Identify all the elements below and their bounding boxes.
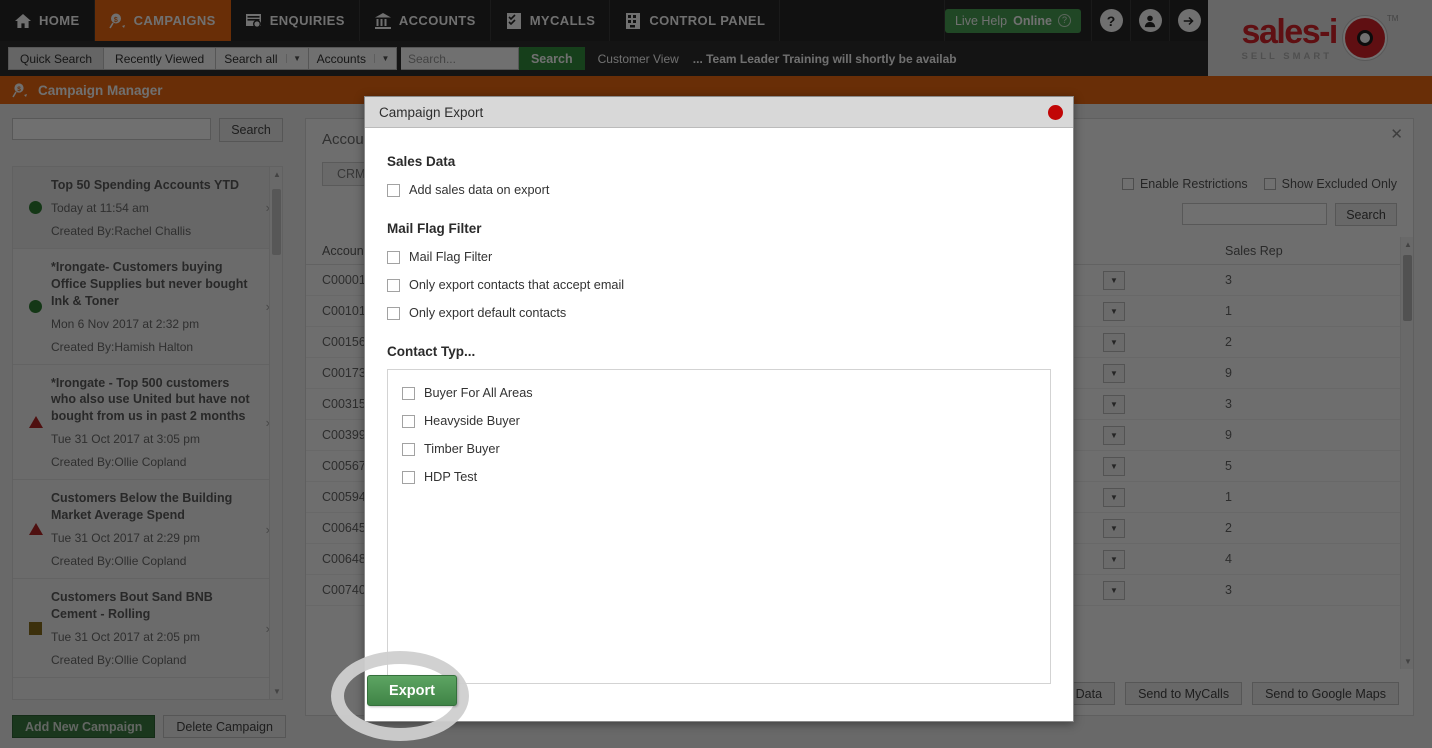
contact-types-listbox[interactable]: Buyer For All Areas Heavyside Buyer Timb… [387, 369, 1051, 684]
section-heading-contact-types: Contact Typ... [387, 344, 476, 359]
buyer-for-all-areas-label: Buyer For All Areas [424, 386, 533, 400]
campaign-export-modal: Campaign Export Sales Data Add sales dat… [331, 96, 1074, 741]
default-contacts-label: Only export default contacts [409, 306, 567, 320]
application-root: HOME $ CAMPAIGNS ENQUIRIES ACCOUNTS MYCA… [0, 0, 1432, 748]
hdp-test-label: HDP Test [424, 470, 478, 484]
section-heading-sales-data: Sales Data [387, 154, 456, 169]
add-sales-data-checkbox[interactable] [387, 183, 400, 197]
modal-body: Sales Data Add sales data on export Mail… [365, 128, 1073, 684]
heavyside-buyer-checkbox[interactable] [402, 414, 415, 428]
option-default-contacts[interactable]: Only export default contacts [387, 306, 1051, 320]
default-contacts-checkbox[interactable] [387, 306, 400, 320]
option-heavyside-buyer[interactable]: Heavyside Buyer [402, 414, 1036, 428]
modal-footer: Export [331, 643, 1073, 741]
modal-title: Campaign Export [379, 104, 484, 120]
buyer-for-all-areas-checkbox[interactable] [402, 386, 415, 400]
timber-buyer-label: Timber Buyer [424, 442, 500, 456]
mail-flag-filter-checkbox[interactable] [387, 250, 400, 264]
option-timber-buyer[interactable]: Timber Buyer [402, 442, 1036, 456]
export-button[interactable]: Export [367, 675, 457, 706]
timber-buyer-checkbox[interactable] [402, 442, 415, 456]
mail-flag-filter-label: Mail Flag Filter [409, 250, 493, 264]
option-buyer-for-all-areas[interactable]: Buyer For All Areas [402, 386, 1036, 400]
section-heading-mail-flag-filter: Mail Flag Filter [387, 221, 482, 236]
option-mail-flag-filter[interactable]: Mail Flag Filter [387, 250, 1051, 264]
option-add-sales-data[interactable]: Add sales data on export [387, 183, 1051, 197]
accept-email-checkbox[interactable] [387, 278, 400, 292]
close-circle-icon[interactable] [1048, 104, 1063, 120]
hdp-test-checkbox[interactable] [402, 470, 415, 484]
option-hdp-test[interactable]: HDP Test [402, 470, 1036, 484]
heavyside-buyer-label: Heavyside Buyer [424, 414, 520, 428]
add-sales-data-label: Add sales data on export [409, 183, 550, 197]
option-accept-email[interactable]: Only export contacts that accept email [387, 278, 1051, 292]
modal-header: Campaign Export [365, 97, 1073, 128]
accept-email-label: Only export contacts that accept email [409, 278, 625, 292]
